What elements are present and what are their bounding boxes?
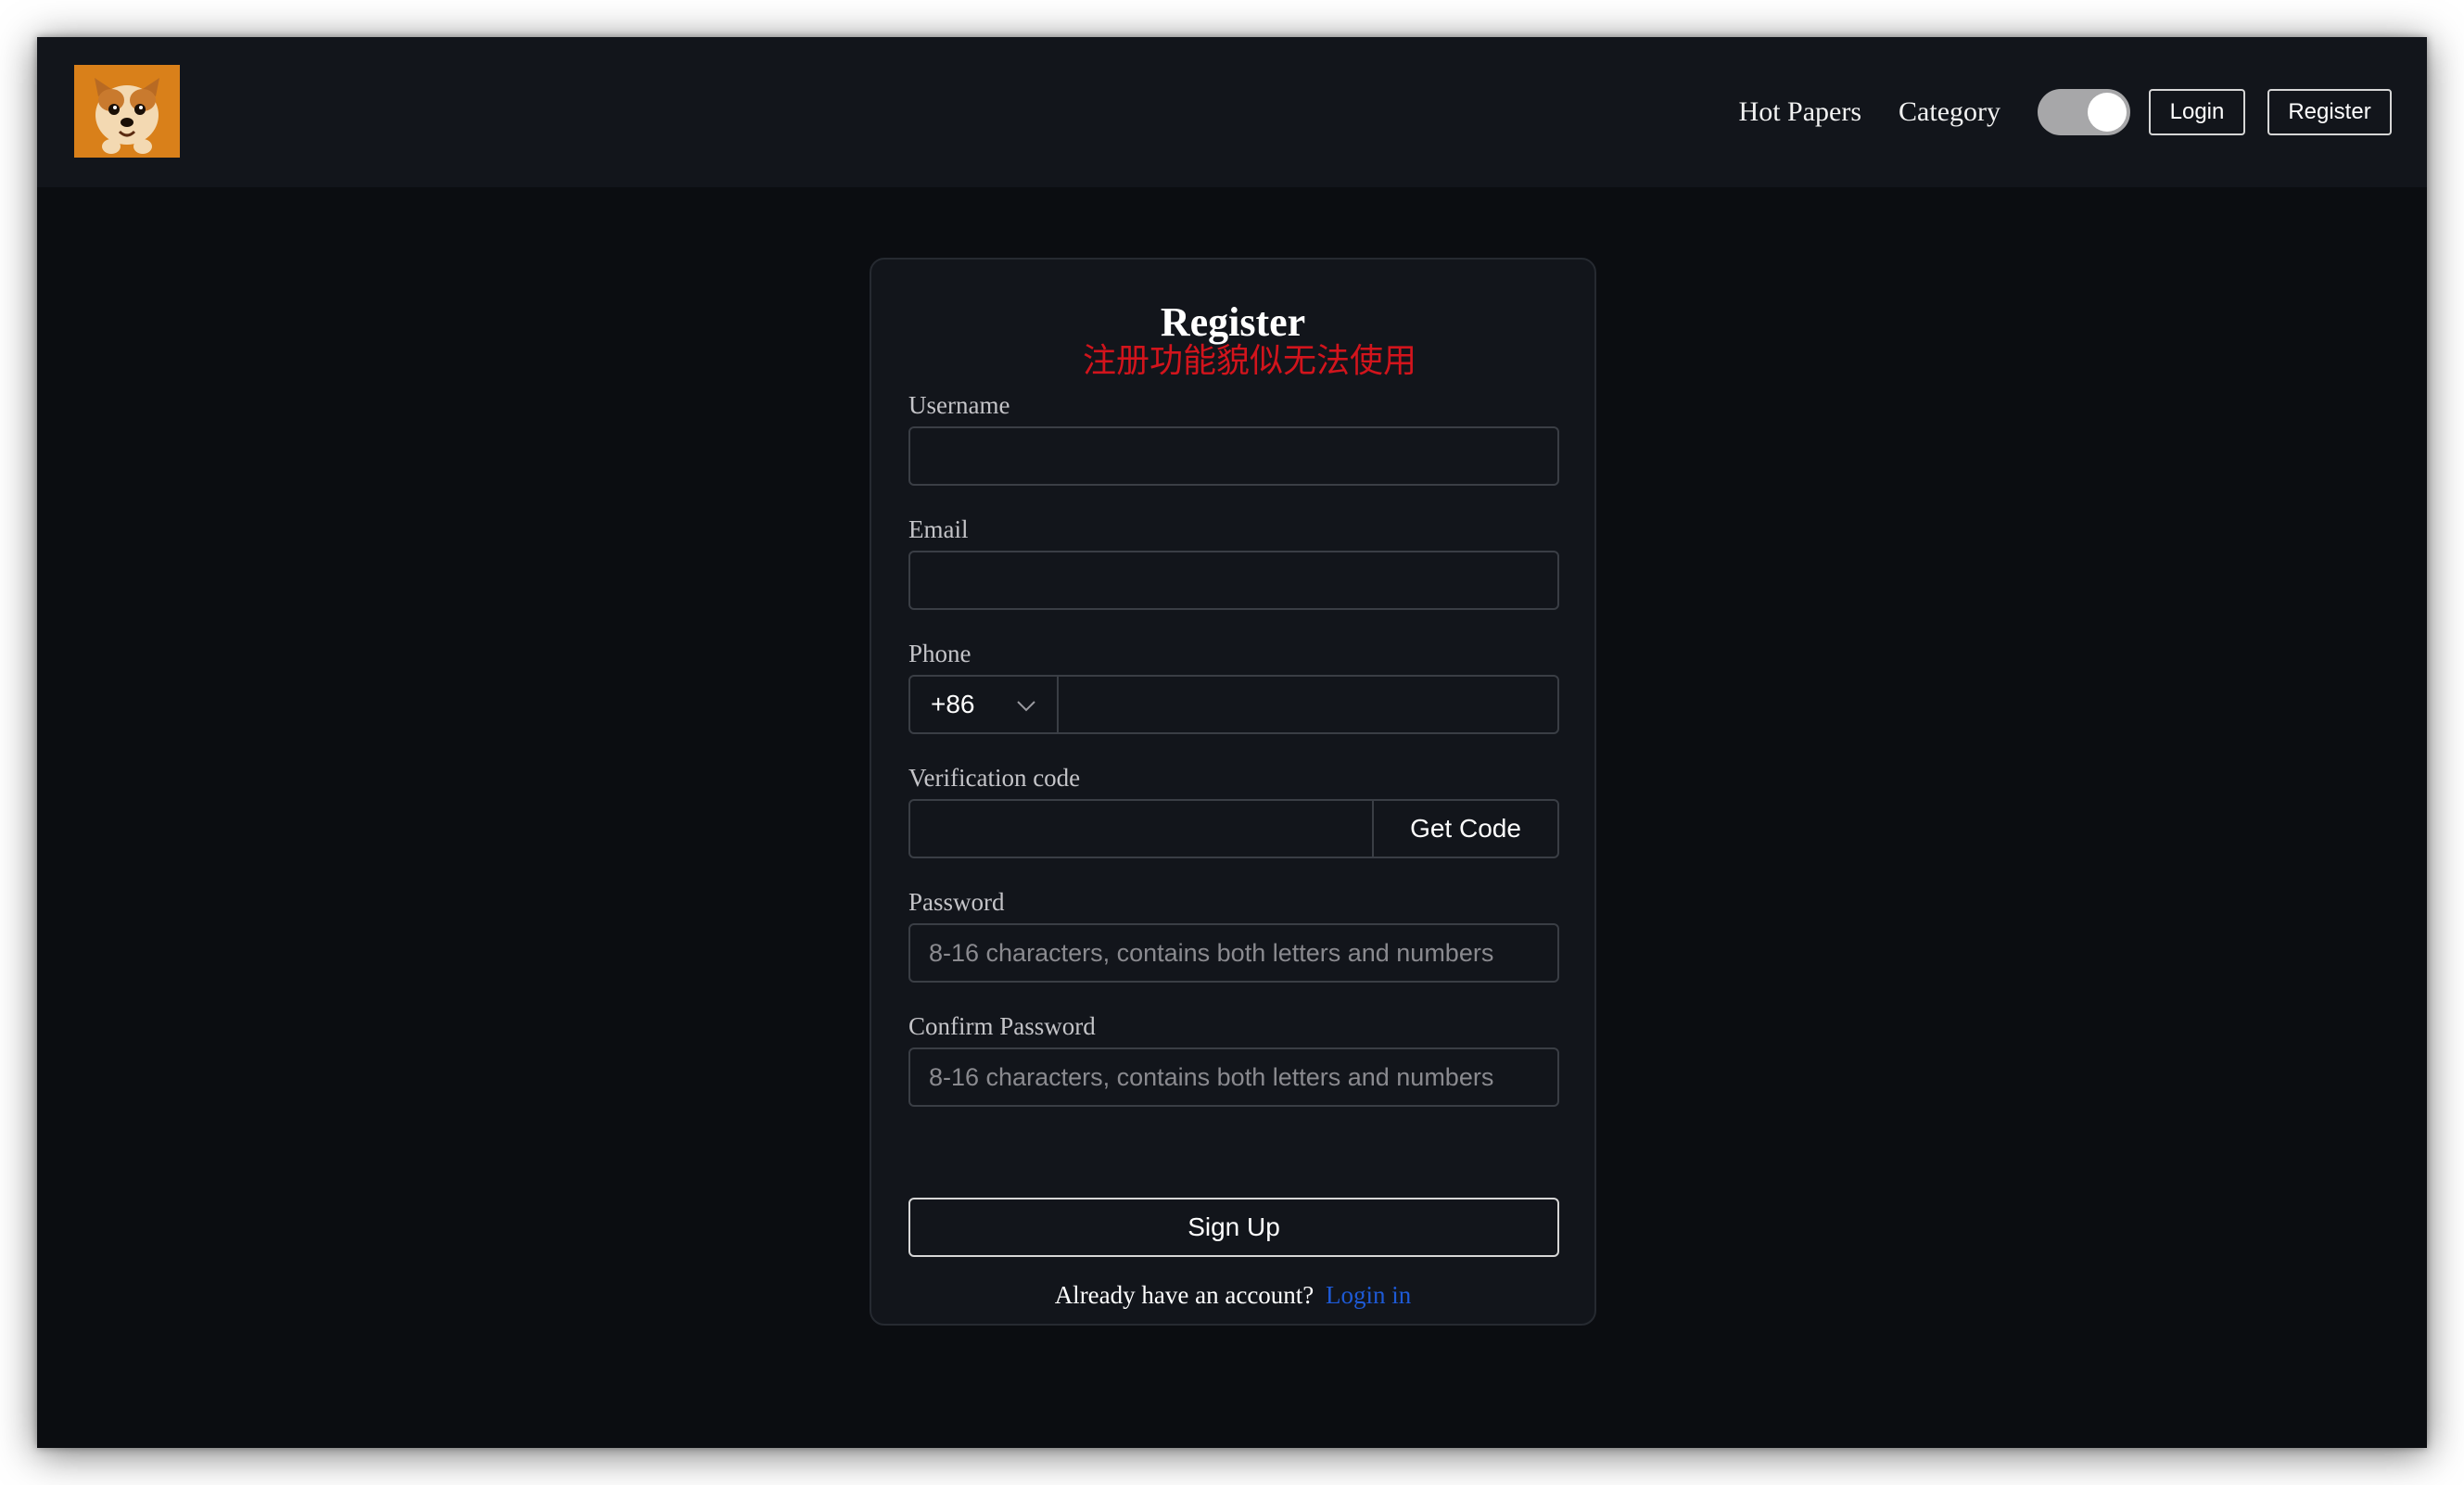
email-label: Email <box>908 515 969 543</box>
login-button[interactable]: Login <box>2149 89 2245 135</box>
nav-actions: Hot Papers Category Login Register <box>1739 37 2392 187</box>
nav-link-hot-papers[interactable]: Hot Papers <box>1739 96 1861 128</box>
register-card: Register 注册功能貌似无法使用 Username Email Phone… <box>870 258 1596 1326</box>
username-label: Username <box>908 391 1010 419</box>
browser-viewport: Hot Papers Category Login Register Regis… <box>37 37 2427 1448</box>
phone-input[interactable] <box>1059 677 1557 732</box>
country-code-value: +86 <box>931 690 975 718</box>
form-note-annotation: 注册功能貌似无法使用 <box>1082 342 1416 380</box>
login-prompt: Already have an account? Login in <box>871 1281 1594 1310</box>
login-in-link[interactable]: Login in <box>1326 1281 1411 1309</box>
password-input[interactable] <box>908 923 1559 983</box>
top-navbar: Hot Papers Category Login Register <box>37 37 2427 187</box>
chevron-down-icon <box>1016 690 1036 719</box>
password-label: Password <box>908 888 1005 916</box>
phone-field-group: +86 <box>908 675 1559 734</box>
username-input[interactable] <box>908 426 1559 486</box>
confirm-password-input[interactable] <box>908 1047 1559 1107</box>
country-code-select[interactable]: +86 <box>910 677 1059 732</box>
register-button[interactable]: Register <box>2267 89 2392 135</box>
get-code-button[interactable]: Get Code <box>1372 801 1557 857</box>
confirm-password-label: Confirm Password <box>908 1012 1096 1040</box>
verification-field-group: Get Code <box>908 799 1559 858</box>
toggle-knob <box>2088 93 2127 132</box>
login-prompt-text: Already have an account? <box>1054 1281 1315 1309</box>
nav-link-category[interactable]: Category <box>1899 96 2000 128</box>
verification-code-input[interactable] <box>910 801 1372 857</box>
email-input[interactable] <box>908 551 1559 610</box>
theme-toggle[interactable] <box>2038 89 2130 135</box>
phone-label: Phone <box>908 640 972 667</box>
verification-label: Verification code <box>908 764 1081 792</box>
dog-avatar-icon[interactable] <box>74 65 180 158</box>
sign-up-button[interactable]: Sign Up <box>908 1198 1559 1257</box>
